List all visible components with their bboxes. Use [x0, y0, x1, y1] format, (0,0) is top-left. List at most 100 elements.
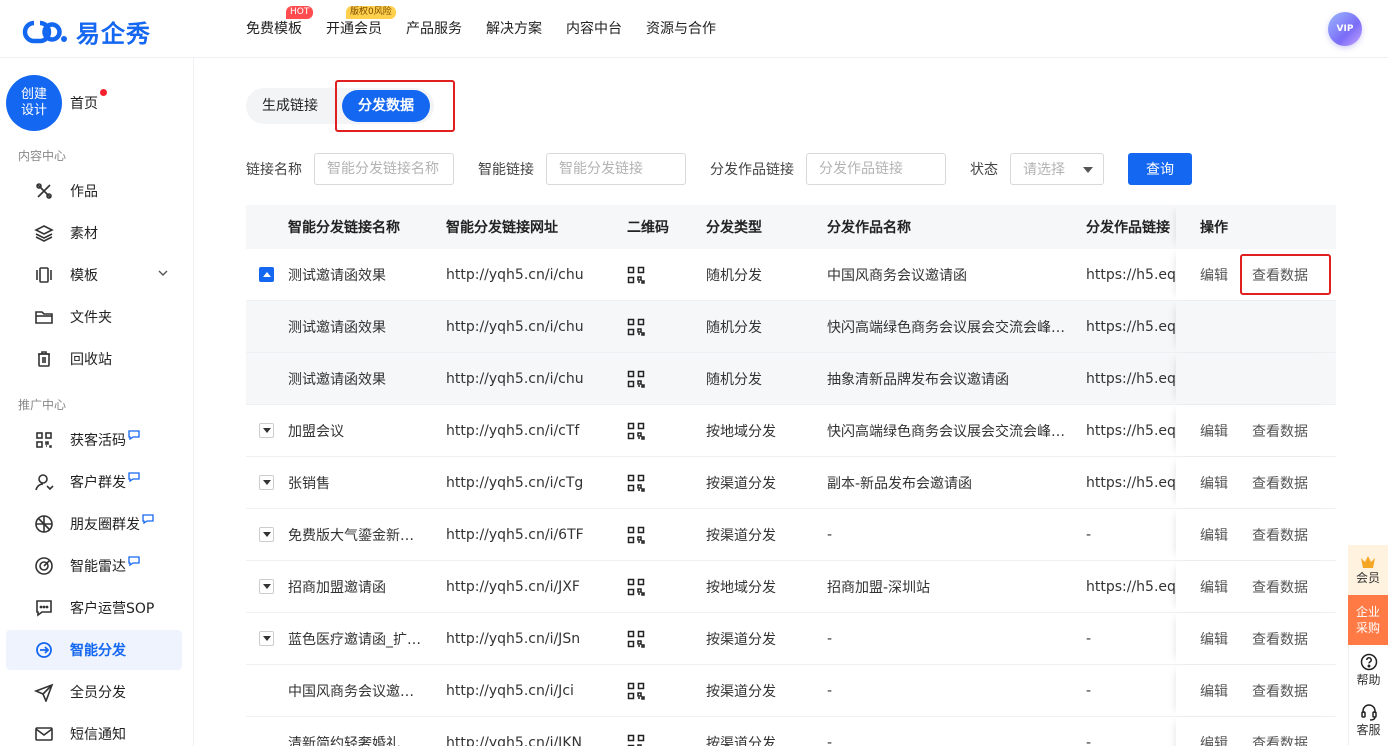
expand-row-toggle[interactable]	[259, 579, 274, 594]
sidebar-item-works[interactable]: 作品	[6, 171, 182, 211]
distribute-icon	[34, 640, 54, 660]
collapse-row-toggle[interactable]	[259, 267, 274, 282]
nav-content-hub[interactable]: 内容中台	[566, 18, 622, 40]
sidebar-item-home[interactable]: 首页	[70, 93, 98, 113]
nav-membership[interactable]: 开通会员 版权0风险	[326, 6, 396, 40]
edit-button[interactable]: 编辑	[1200, 457, 1228, 508]
status-select[interactable]: 请选择	[1010, 153, 1104, 185]
float-enterprise-button[interactable]: 企业采购	[1348, 595, 1388, 645]
view-data-button[interactable]: 查看数据	[1252, 457, 1308, 508]
cell-work-link[interactable]: https://h5.eqxi	[1086, 423, 1176, 439]
nav-products[interactable]: 产品服务	[406, 18, 462, 40]
sidebar-item-label: 获客活码	[70, 433, 126, 449]
edit-button[interactable]: 编辑	[1200, 561, 1228, 612]
cell-work-name: 抽象清新品牌发布会议邀请函	[827, 371, 1009, 388]
expand-row-toggle[interactable]	[259, 475, 274, 490]
nav-resources[interactable]: 资源与合作	[646, 18, 716, 40]
cell-link-url[interactable]: http://yqh5.cn/i/chu	[446, 319, 606, 335]
ops-column-header: 操作	[1176, 205, 1336, 249]
tab-generate-link[interactable]: 生成链接	[246, 90, 334, 122]
edit-button[interactable]: 编辑	[1200, 665, 1228, 716]
float-help-button[interactable]: 帮助	[1348, 645, 1388, 695]
query-button[interactable]: 查询	[1128, 153, 1192, 185]
qrcode-icon[interactable]	[627, 630, 647, 648]
smart-link-input[interactable]	[546, 153, 686, 185]
sidebar-item-customer-sop[interactable]: 客户运营SOP	[6, 588, 182, 628]
view-data-button[interactable]: 查看数据	[1252, 405, 1308, 456]
float-service-button[interactable]: 客服	[1348, 695, 1388, 745]
cell-work-link[interactable]: -	[1086, 631, 1176, 647]
work-link-input[interactable]	[806, 153, 946, 185]
trash-icon	[34, 349, 54, 369]
sidebar-item-moments-broadcast[interactable]: 朋友圈群发	[6, 504, 182, 544]
view-data-button[interactable]: 查看数据	[1252, 249, 1308, 300]
sidebar-item-folders[interactable]: 文件夹	[6, 297, 182, 337]
sidebar-item-lead-qrcode[interactable]: 获客活码	[6, 420, 182, 460]
cell-distribute-type: 按地域分发	[706, 579, 776, 596]
tab-distribution-data[interactable]: 分发数据	[342, 90, 430, 122]
sidebar-item-customer-broadcast[interactable]: 客户群发	[6, 462, 182, 502]
cell-link-url[interactable]: http://yqh5.cn/i/6TF	[446, 527, 606, 543]
caret-down-icon	[1083, 167, 1093, 173]
cell-link-url[interactable]: http://yqh5.cn/i/chu	[446, 267, 606, 283]
edit-button[interactable]: 编辑	[1200, 613, 1228, 664]
edit-button[interactable]: 编辑	[1200, 249, 1228, 300]
qrcode-icon[interactable]	[627, 318, 647, 336]
cell-work-link[interactable]: -	[1086, 527, 1176, 543]
table-body: 测试邀请函效果 http://yqh5.cn/i/chu 随机分发 中国风商务会议邀请…	[246, 249, 1336, 746]
edit-button[interactable]: 编辑	[1200, 405, 1228, 456]
cell-link-url[interactable]: http://yqh5.cn/i/JKN	[446, 735, 606, 747]
qrcode-icon[interactable]	[627, 682, 647, 700]
view-data-button[interactable]: 查看数据	[1252, 665, 1308, 716]
sidebar-item-materials[interactable]: 素材	[6, 213, 182, 253]
cell-distribute-type: 按渠道分发	[706, 475, 776, 492]
qrcode-icon[interactable]	[627, 370, 647, 388]
qrcode-icon[interactable]	[627, 266, 647, 284]
sidebar-item-smart-distribute[interactable]: 智能分发	[6, 630, 182, 670]
qrcode-icon[interactable]	[627, 734, 647, 746]
cell-link-url[interactable]: http://yqh5.cn/i/cTf	[446, 423, 606, 439]
view-data-button[interactable]: 查看数据	[1252, 561, 1308, 612]
cell-work-link[interactable]: -	[1086, 683, 1176, 699]
view-data-button[interactable]: 查看数据	[1252, 613, 1308, 664]
cell-work-link[interactable]: -	[1086, 735, 1176, 747]
expand-row-toggle[interactable]	[259, 631, 274, 646]
logo[interactable]: 易企秀	[18, 14, 151, 49]
sidebar: 创建设计 首页 内容中心 作品 素材 模板 文件夹 回收站 推广中心 获客活码 …	[0, 58, 194, 746]
sidebar-item-templates[interactable]: 模板	[6, 255, 182, 295]
qrcode-icon[interactable]	[627, 578, 647, 596]
create-design-button[interactable]: 创建设计	[6, 75, 62, 131]
sidebar-item-sms-notice[interactable]: 短信通知	[6, 714, 182, 754]
edit-button[interactable]: 编辑	[1200, 717, 1228, 747]
cell-work-link[interactable]: https://h5.eqxi	[1086, 475, 1176, 491]
cell-work-link[interactable]: https://h5.eqxi	[1086, 319, 1176, 335]
qrcode-icon[interactable]	[627, 422, 647, 440]
qrcode-icon[interactable]	[627, 526, 647, 544]
view-data-button[interactable]: 查看数据	[1252, 717, 1308, 747]
filter-name-label: 链接名称	[246, 162, 302, 178]
folder-icon	[34, 307, 54, 327]
cell-work-link[interactable]: https://h5.eqxi	[1086, 371, 1176, 387]
expand-row-toggle[interactable]	[259, 423, 274, 438]
cell-link-url[interactable]: http://yqh5.cn/i/JXF	[446, 579, 606, 595]
sidebar-item-trash[interactable]: 回收站	[6, 339, 182, 379]
sidebar-item-smart-radar[interactable]: 智能雷达	[6, 546, 182, 586]
qrcode-icon[interactable]	[627, 474, 647, 492]
nav-solutions[interactable]: 解决方案	[486, 18, 542, 40]
cell-link-url[interactable]: http://yqh5.cn/i/cTg	[446, 475, 606, 491]
nav-label: 产品服务	[406, 21, 462, 37]
float-vip-button[interactable]: 会员	[1348, 545, 1388, 595]
cell-work-link[interactable]: https://h5.eqxi	[1086, 579, 1176, 595]
expand-row-toggle[interactable]	[259, 527, 274, 542]
edit-button[interactable]: 编辑	[1200, 509, 1228, 560]
link-name-input[interactable]	[314, 153, 454, 185]
cell-link-url[interactable]: http://yqh5.cn/i/JSn	[446, 631, 606, 647]
cell-link-url[interactable]: http://yqh5.cn/i/Jci	[446, 683, 606, 699]
cell-work-link[interactable]: https://h5.eqxi	[1086, 267, 1176, 283]
sidebar-item-staff-distribute[interactable]: 全员分发	[6, 672, 182, 712]
cell-link-url[interactable]: http://yqh5.cn/i/chu	[446, 371, 606, 387]
nav-free-templates[interactable]: 免费模板 HOT	[246, 6, 314, 40]
chevron-down-icon	[158, 270, 168, 276]
view-data-button[interactable]: 查看数据	[1252, 509, 1308, 560]
user-avatar[interactable]: VIP	[1328, 12, 1362, 46]
